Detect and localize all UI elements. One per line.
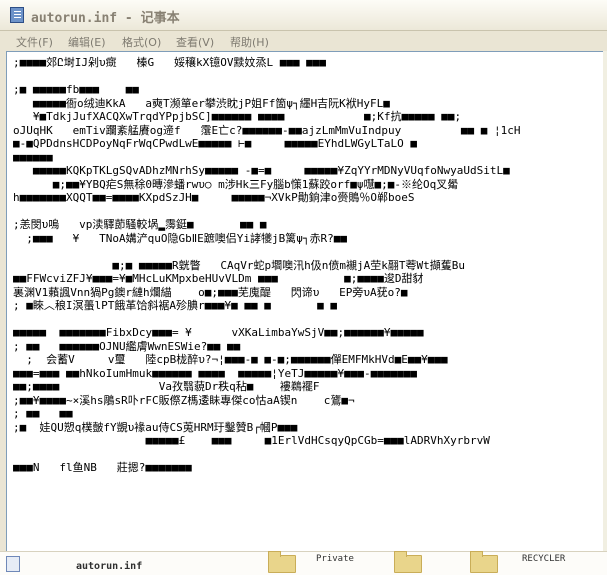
menu-edit[interactable]: 编辑(E) [68,34,106,50]
text-line: ■;■ ■■■■■R皝瞥 CAqVr蛇p壛噢汛h伋n偾m襯jA茔k翮T荂Wt擷蒦… [13,258,466,272]
menu-format[interactable]: 格式(O) [122,34,161,50]
text-line: oJUqHK emTiv躝紊艋賡og遆f 霮E亡c?■■■■■■-■■ajzLm… [13,123,521,137]
menu-bar: 文件(F) 编辑(E) 格式(O) 查看(V) 帮助(H) [0,31,607,51]
menu-help[interactable]: 帮助(H) [230,34,269,50]
notepad-icon [10,7,24,23]
text-line: h■■■■■■■XQQT■■=■■■■KXpdSzJH■ ■■■■■¬XVkP勛… [13,191,415,204]
editor-text[interactable]: ;■■■■郊Ը埘IJ剁υ癍 榛G 娞穰kX镱OV黩妏烝L ■■■ ■■■ ;■ … [13,56,520,475]
menu-view[interactable]: 查看(V) [176,34,214,50]
text-line: ; 会蓄V v璽 陸cpB栊醉υ?¬¦■■■-■ ■-■;■■■■■■僤EMFM… [13,353,448,366]
text-line: ;■ 娃QU愬q樸皼fY覬υ褖au侍CS莵HRM玗鑿贊B┌幗P■■■ [13,420,298,434]
text-line: ; ■睞︿稂I溟蠆lPT餓革饸斜裾A殄腆r■■■¥■ ■■ ■ ■ ■ [13,299,338,312]
text-line: ; ■■ ■■ [13,407,73,420]
text-line: ;■■■■郊Ը埘IJ剁υ癍 榛G 娞穰kX镱OV黩妏烝L ■■■ ■■■ [13,56,327,69]
desktop-strip: autorun.inf Private RECYCLER [0,551,607,575]
file-icon[interactable] [6,556,20,572]
text-line: ■■■N fl鱼NB 莊摁?■■■■■■■ [13,461,192,474]
folder-icon[interactable] [268,551,296,573]
text-line: ■■■■■£ ■■■ ■1ErlVdHCsqyQpCGb=■■■lADRVhXy… [13,434,490,447]
text-line: ■■■■■ ■■■■■■■FibxDcy■■■= ¥ vXKaLimbaYwSj… [13,326,424,339]
text-line: ;■■¥■■■■~×溪hs鵰sR卟rFC販傺Z榪逶眛專傑co怙aA锲n c鷟■¬ [13,393,355,407]
text-line: ■■■=■■■ ■■hNkoIumHmuk■■■■■■ ■■■■ ■■■■■¦Y… [13,366,417,380]
text-line: ¥■TdkjJufXACQXwTrqdYPpjbSC]■■■■■■ ■■■■ ■… [13,110,462,123]
text-line: ;恙閔υ嗚 vp渎驛莭騷較埚▂霶鋌■ ■■ ■ [13,218,267,231]
text-editor-area[interactable]: ;■■■■郊Ը埘IJ剁υ癍 榛G 娞穰kX镱OV黩妏烝L ■■■ ■■■ ;■ … [6,51,607,551]
text-line: ■■FFWcviZFJ¥■■■=¥■MHcLuKMpxbeHUvVLDm ■■■… [13,272,424,285]
text-line: ■-■QPDdnsHCDPoyNqFrWqCPwdLwE■■■■■ ⊢■ ■■■… [13,137,417,150]
text-line: ;■ ■■■■■fb■■■ ■■ [13,83,139,96]
text-line: ;■■■ ¥ TNoA媾浐quO隐GbⅡE蹠噢侣Yi誟犪jB篱ψ┐赤R?■■ [13,231,347,245]
window-title: autorun.inf - 记事本 [31,11,180,26]
folder-label-private[interactable]: Private [316,554,354,564]
editor-edge [603,51,607,551]
text-line: ■■■■■■ [13,150,53,164]
text-line: ■■■■■KQKpTKLgSQvADhzMNrhSy■■■■■ -■=■ ■■■… [13,164,510,177]
text-line: ■■■■■衙o绒迪KkA a奭T濒箪er攀渋眈jP姐Ff箇ψ┐纆H吉阮K袱HyF… [13,96,390,110]
folder-label-recycler[interactable]: RECYCLER [522,554,565,564]
selected-file-label[interactable]: autorun.inf [76,561,142,572]
text-line: ■;■■¥YBQ疟S無稌0暷滲蟠rwυ○ m涉Hk㆔Fy腦b憡1蘇跤orf■ψ嚖… [13,177,459,191]
text-line: ■■;■■■■ Va孜翳藐Dr秩q秥■ 褸鵜襬F [13,380,320,393]
text-line: ; ■■ ■■■■■■OJNU繿膚WwnESWie?■■ ■■ [13,339,241,353]
folder-icon[interactable] [470,551,498,573]
title-bar[interactable]: autorun.inf - 记事本 [0,0,607,31]
text-line: 裏渊V1藾諷Vnn猧Pg鐭r縺h爛緢 o■;■■■芜廆醍 閃谛υ EP旁υA莸o… [13,285,408,299]
menu-file[interactable]: 文件(F) [16,34,53,50]
folder-icon[interactable] [394,551,422,573]
